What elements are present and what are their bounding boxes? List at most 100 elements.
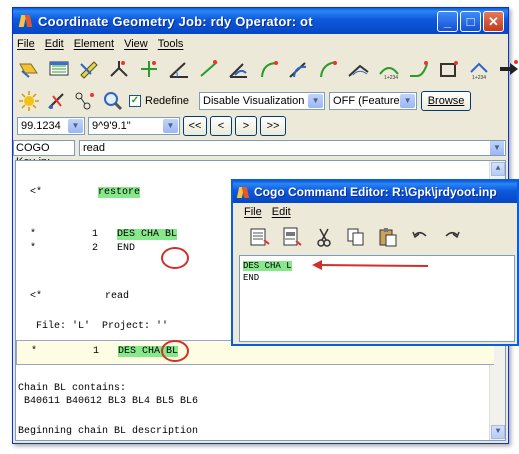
window-titlebar[interactable]: Coordinate Geometry Job: rdy Operator: o… [13, 8, 508, 34]
visualization-value: Disable Visualization [203, 95, 305, 107]
log-command: restore [98, 187, 141, 198]
log-line-number: 1 [92, 229, 99, 240]
editor-line: END [243, 273, 260, 283]
values-toolbar: 99.1234 ▼ 9^9'9.1" ▼ << < > >> [17, 116, 286, 136]
last-button[interactable]: >> [260, 116, 286, 136]
editor-line: DES CHA L [243, 261, 292, 271]
number-value: 99.1234 [21, 120, 61, 132]
chain-icon[interactable] [347, 58, 371, 80]
run-all-icon[interactable] [249, 226, 271, 248]
angle-value: 9^9'9.1" [92, 120, 131, 132]
redefine-checkbox[interactable]: ✓ [129, 95, 141, 107]
redefine-label: Redefine [145, 95, 190, 107]
editor-toolbar [233, 221, 517, 253]
editor-menu-bar: File Edit [233, 203, 517, 221]
chevron-down-icon: ▼ [400, 94, 416, 108]
arrow-right-icon[interactable] [497, 58, 519, 80]
editor-menu-file[interactable]: File [244, 206, 262, 218]
log-command: DES CHA BL [117, 229, 178, 240]
menu-bar: File Edit Element View Tools [13, 35, 508, 53]
menu-view[interactable]: View [124, 38, 148, 50]
log-prefix: <* [30, 291, 43, 302]
feature-value: OFF (Feature) [333, 95, 404, 107]
number-dropdown[interactable]: 99.1234 ▼ [17, 117, 85, 135]
search-icon[interactable] [101, 90, 125, 112]
chevron-down-icon: ▼ [68, 119, 83, 133]
minimize-button[interactable]: _ [437, 11, 458, 32]
chevron-down-icon[interactable]: ▼ [490, 141, 504, 155]
feature-dropdown[interactable]: OFF (Feature) ▼ [329, 92, 418, 110]
menu-element[interactable]: Element [74, 38, 114, 50]
copy-icon[interactable] [345, 226, 367, 248]
log-prefix: <* [30, 187, 43, 198]
store-point-icon[interactable] [17, 58, 41, 80]
log-prefix: * [31, 346, 38, 357]
keyin-bar: COGO Key-in: read ▼ [13, 139, 508, 168]
editor-text-area[interactable]: DES CHA L END [239, 255, 515, 342]
editor-title: Cogo Command Editor: R:\Gpk\jrdyoot.inp [254, 185, 497, 199]
svg-text:1+234: 1+234 [472, 75, 486, 80]
cogo-toolbar: 1+234 1+234 [17, 58, 519, 81]
line-icon[interactable] [197, 58, 221, 80]
keyin-value: read [83, 142, 106, 154]
run-selection-icon[interactable] [281, 226, 303, 248]
locate-point-icon[interactable] [137, 58, 161, 80]
angle-dropdown[interactable]: 9^9'9.1" ▼ [88, 117, 180, 135]
log-text: Chain BL contains: [18, 383, 127, 394]
curve-angle-icon[interactable] [227, 58, 251, 80]
list-points-icon[interactable] [47, 58, 71, 80]
spiral-icon[interactable] [317, 58, 341, 80]
window-title: Coordinate Geometry Job: rdy Operator: o… [38, 13, 313, 29]
first-button[interactable]: << [183, 116, 207, 136]
angle-icon[interactable] [167, 58, 191, 80]
annotation-circle [161, 340, 189, 362]
app-logo-icon [19, 14, 33, 28]
visualization-dropdown[interactable]: Disable Visualization ▼ [199, 92, 326, 110]
svg-text:1+234: 1+234 [384, 75, 398, 80]
curve-icon[interactable] [257, 58, 281, 80]
scroll-up-icon[interactable]: ▲ [491, 162, 505, 176]
cut-icon[interactable] [313, 226, 335, 248]
settings-toolbar: ✓ Redefine Disable Visualization ▼ OFF (… [17, 90, 472, 112]
stationing-icon[interactable]: 1+234 [377, 58, 401, 81]
keyin-label: COGO Key-in: [13, 140, 75, 168]
log-prefix: * [30, 243, 37, 254]
annotation-circle [161, 247, 189, 269]
previous-button[interactable]: < [210, 116, 232, 136]
parcel-icon[interactable] [437, 58, 461, 80]
log-text: B40611 B40612 BL3 BL4 BL5 BL6 [18, 396, 199, 407]
close-button[interactable]: ✕ [483, 11, 504, 32]
traverse-icon[interactable] [107, 58, 131, 80]
log-text: Beginning chain BL description [18, 426, 199, 437]
paste-icon[interactable] [377, 226, 399, 248]
clear-points-icon[interactable] [45, 90, 69, 112]
chevron-down-icon: ▼ [163, 119, 178, 133]
log-line-number: 1 [93, 346, 100, 357]
curve-edit-icon[interactable] [287, 58, 311, 80]
log-prefix: * [30, 229, 37, 240]
editor-menu-edit[interactable]: Edit [272, 206, 291, 218]
profile-icon[interactable] [407, 58, 431, 80]
log-command: read [105, 291, 130, 302]
edit-point-icon[interactable] [77, 58, 101, 80]
scroll-down-icon[interactable]: ▼ [491, 425, 505, 439]
maximize-button[interactable]: □ [460, 11, 481, 32]
next-button[interactable]: > [235, 116, 257, 136]
menu-tools[interactable]: Tools [158, 38, 184, 50]
log-text: File: 'L' Project: '' [36, 321, 169, 332]
browse-label: Browse [427, 95, 465, 107]
undo-icon[interactable] [409, 226, 431, 248]
redo-icon[interactable] [441, 226, 463, 248]
app-logo-icon [237, 186, 250, 199]
menu-file[interactable]: File [17, 38, 35, 50]
browse-button[interactable]: Browse [421, 91, 472, 111]
editor-titlebar[interactable]: Cogo Command Editor: R:\Gpk\jrdyoot.inp [233, 181, 517, 203]
log-command: END [117, 243, 136, 254]
menu-edit[interactable]: Edit [45, 38, 64, 50]
network-icon[interactable] [73, 90, 97, 112]
annotation-arrow [312, 260, 429, 270]
sun-icon[interactable] [17, 90, 41, 112]
keyin-input[interactable]: read ▼ [79, 140, 506, 156]
command-editor-window: Cogo Command Editor: R:\Gpk\jrdyoot.inp … [231, 179, 519, 346]
station-offset-icon[interactable]: 1+234 [467, 58, 491, 81]
